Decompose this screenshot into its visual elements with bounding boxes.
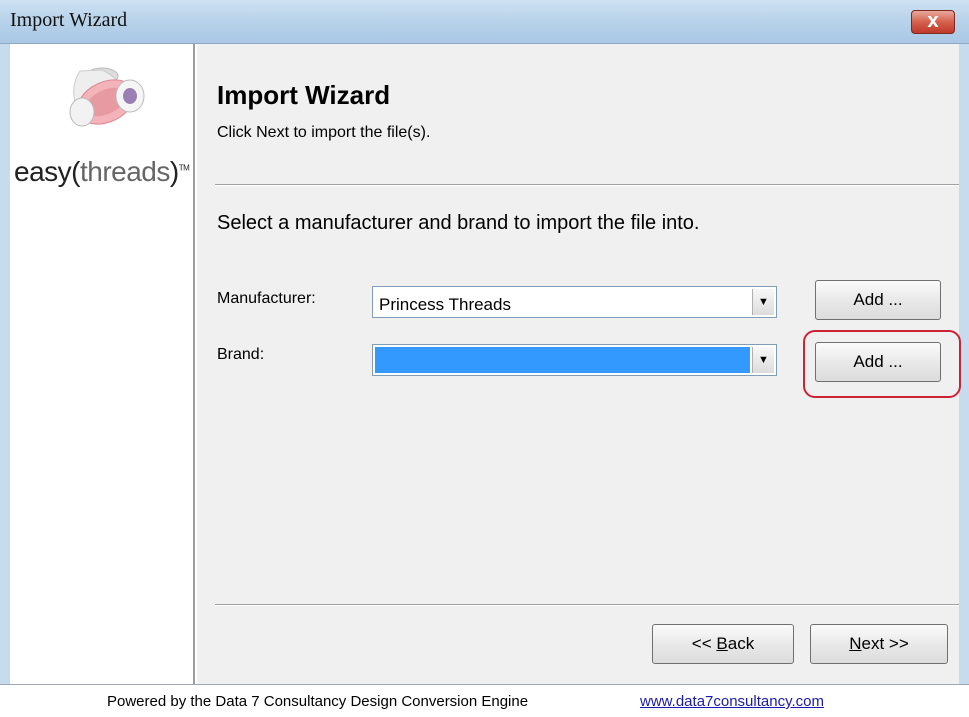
page-subtitle: Click Next to import the file(s).: [217, 124, 431, 141]
page-title: Import Wizard: [217, 80, 391, 110]
window-title: Import Wizard: [10, 9, 128, 31]
footer-text: Powered by the Data 7 Consultancy Design…: [107, 693, 529, 710]
sidebar: easy(threads)TM: [10, 44, 195, 684]
brand-dropdown[interactable]: ▼: [372, 344, 777, 376]
chevron-down-icon[interactable]: ▼: [752, 347, 774, 373]
next-button[interactable]: Next >>: [810, 624, 948, 664]
instruction-text: Select a manufacturer and brand to impor…: [217, 212, 700, 234]
logo-wordmark: easy(threads)TM: [14, 156, 190, 187]
close-icon: X: [927, 13, 939, 31]
add-brand-button[interactable]: Add ...: [815, 342, 941, 382]
chevron-down-icon[interactable]: ▼: [752, 289, 774, 315]
manufacturer-label: Manufacturer:: [217, 290, 316, 307]
wizard-content: Import Wizard Click Next to import the f…: [197, 44, 961, 684]
footer: Powered by the Data 7 Consultancy Design…: [0, 684, 969, 717]
footer-link[interactable]: www.data7consultancy.com: [640, 693, 824, 710]
brand-selection-highlight: [375, 347, 750, 373]
manufacturer-dropdown[interactable]: Princess Threads ▼: [372, 286, 777, 318]
manufacturer-value: Princess Threads: [379, 295, 511, 314]
window-frame-left: [0, 44, 10, 684]
title-bar: Import Wizard X: [0, 0, 969, 44]
add-manufacturer-button[interactable]: Add ...: [815, 280, 941, 320]
back-button[interactable]: << Back: [652, 624, 794, 664]
brand-label: Brand:: [217, 346, 265, 363]
easythreads-logo: easy(threads)TM: [10, 56, 195, 226]
divider: [215, 184, 959, 186]
divider: [215, 604, 959, 606]
thread-spool-icon: [69, 67, 145, 127]
close-button[interactable]: X: [911, 10, 955, 34]
